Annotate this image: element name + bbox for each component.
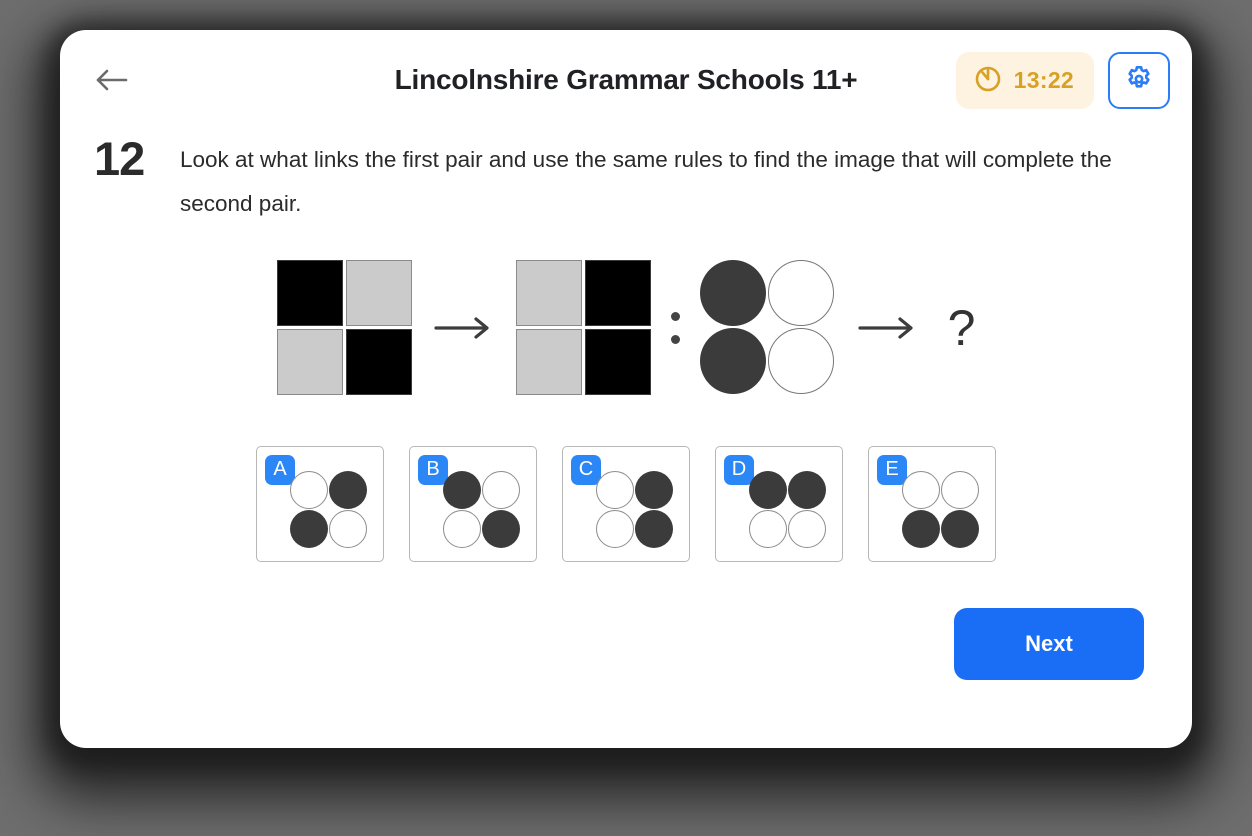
option-a-circle-3: [329, 509, 367, 548]
option-a-circles: [290, 470, 368, 549]
option-d[interactable]: D: [715, 445, 843, 562]
next-button[interactable]: Next: [954, 607, 1144, 680]
answer-options: ABCDE: [60, 445, 1192, 562]
second-square-cell-1: [584, 260, 651, 327]
quiz-footer: Next: [60, 562, 1192, 680]
third-circle-1: [767, 259, 834, 326]
option-c[interactable]: C: [562, 445, 690, 562]
timer-badge: 13:22: [955, 51, 1094, 109]
option-e-circle-2: [902, 509, 940, 548]
first-square-cell-1: [345, 260, 412, 327]
option-b-circle-1: [482, 470, 520, 509]
option-e-circle-3: [941, 509, 979, 548]
option-a[interactable]: A: [256, 445, 384, 562]
question-number: 12: [94, 132, 145, 185]
second-square-cell-0: [515, 260, 582, 327]
unknown-answer-placeholder: ?: [947, 299, 976, 356]
option-c-circle-1: [635, 470, 673, 509]
option-b-circle-0: [443, 470, 481, 509]
option-c-circle-0: [596, 470, 634, 509]
option-d-circle-1: [788, 470, 826, 509]
second-square-cell-3: [584, 329, 651, 396]
question-block: 12 Look at what links the first pair and…: [60, 130, 1192, 226]
right-arrow-icon-2: [857, 315, 918, 341]
question-text: Look at what links the first pair and us…: [180, 147, 1112, 216]
quiz-header: Lincolnshire Grammar Schools 11+ 13:22: [60, 30, 1192, 130]
option-b-circle-2: [443, 509, 481, 548]
first-square-cell-0: [276, 260, 343, 327]
stopwatch-icon: [973, 63, 1003, 98]
third-circle-3: [767, 327, 834, 394]
option-d-circles: [749, 470, 827, 549]
figure-first-squares: [276, 260, 412, 396]
right-arrow-icon: [433, 315, 494, 341]
back-button[interactable]: [90, 58, 134, 102]
option-b-circle-3: [482, 509, 520, 548]
option-b-circles: [443, 470, 521, 549]
figure-third-circles: [699, 259, 836, 396]
gear-icon: [1124, 64, 1154, 97]
quiz-card: Lincolnshire Grammar Schools 11+ 13:22 1…: [60, 30, 1192, 748]
timer-value: 13:22: [1013, 66, 1074, 93]
colon-dot-bottom: [670, 334, 680, 344]
first-square-cell-2: [276, 329, 343, 396]
colon-dot-top: [670, 311, 680, 321]
header-actions: 13:22: [955, 51, 1170, 109]
third-circle-2: [699, 327, 766, 394]
first-square-cell-3: [345, 329, 412, 396]
second-square-cell-2: [515, 329, 582, 396]
option-b[interactable]: B: [409, 445, 537, 562]
option-e-circles: [902, 470, 980, 549]
option-e-circle-0: [902, 470, 940, 509]
option-d-circle-3: [788, 509, 826, 548]
option-a-circle-0: [290, 470, 328, 509]
analogy-colon-separator: [670, 311, 680, 344]
option-c-circles: [596, 470, 674, 549]
figure-second-squares: [515, 260, 651, 396]
option-a-circle-2: [290, 509, 328, 548]
option-a-circle-1: [329, 470, 367, 509]
option-e-circle-1: [941, 470, 979, 509]
option-d-circle-0: [749, 470, 787, 509]
option-e[interactable]: E: [868, 445, 996, 562]
option-d-circle-2: [749, 509, 787, 548]
settings-button[interactable]: [1108, 51, 1170, 109]
option-c-circle-2: [596, 509, 634, 548]
third-circle-0: [699, 259, 766, 326]
arrow-left-icon: [95, 68, 129, 92]
option-c-circle-3: [635, 509, 673, 548]
analogy-figure: ?: [60, 259, 1192, 396]
